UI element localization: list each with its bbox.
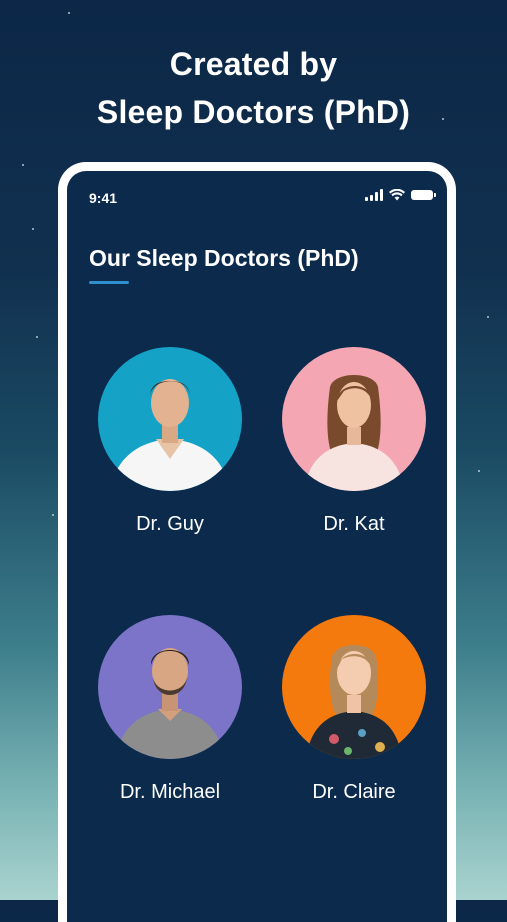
battery-icon [411,190,436,200]
status-icons [365,189,436,201]
doctor-portrait [306,645,402,759]
headline: Created by Sleep Doctors (PhD) [0,40,507,136]
section-title: Our Sleep Doctors (PhD) [89,245,359,271]
headline-line-2: Sleep Doctors (PhD) [96,94,411,130]
star [52,514,54,516]
star [22,164,24,166]
headline-line-1: Created by [169,46,338,82]
doctor-portrait [110,379,230,491]
doctor-card-claire[interactable]: Dr. Claire [282,615,426,804]
doctor-portrait [116,648,224,759]
doctor-name: Dr. Guy [136,513,204,535]
doctor-name: Dr. Kat [323,513,385,535]
status-bar: 9:41 [67,171,447,221]
avatar [98,615,242,759]
star [36,336,38,338]
wifi-icon [389,189,405,201]
status-time: 9:41 [89,190,118,206]
star [487,316,489,318]
star [32,228,34,230]
doctor-card-michael[interactable]: Dr. Michael [98,615,242,804]
title-underline [89,281,129,284]
star [478,470,480,472]
doctor-card-kat[interactable]: Dr. Kat [282,347,426,536]
avatar [282,347,426,491]
doctor-card-guy[interactable]: Dr. Guy [98,347,242,536]
avatar [282,615,426,759]
star [68,12,70,14]
phone-mockup: 9:41 Our Sleep Doctors (PhD) Dr. Guy Dr.… [58,162,456,922]
doctor-name: Dr. Michael [119,781,221,803]
doctor-name: Dr. Claire [312,781,396,803]
doctor-portrait [304,375,404,491]
avatar [98,347,242,491]
signal-icon [365,189,383,201]
